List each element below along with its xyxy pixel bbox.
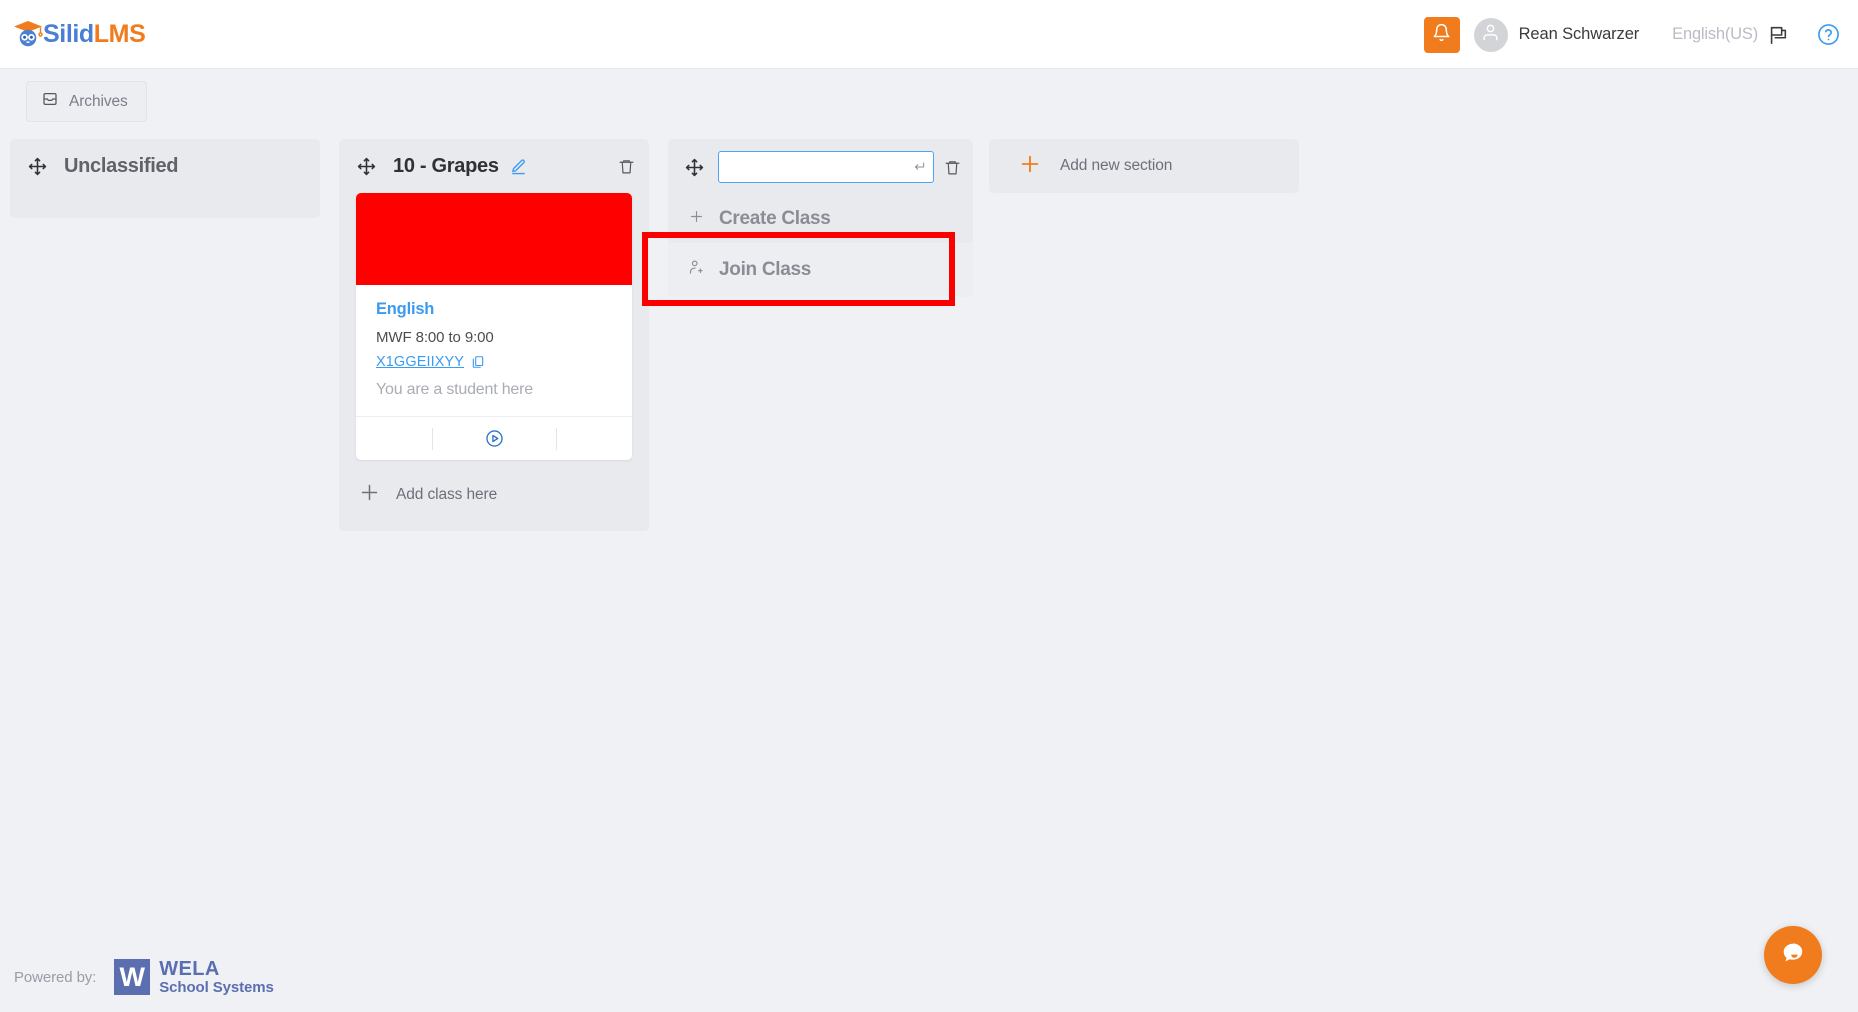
class-card-role: You are a student here bbox=[376, 381, 533, 398]
avatar[interactable] bbox=[1473, 17, 1508, 52]
section-column-unclassified: Unclassified bbox=[10, 139, 320, 218]
pencil-icon[interactable] bbox=[510, 158, 527, 175]
class-card[interactable]: English MWF 8:00 to 9:00 X1GGEIIXYY You … bbox=[356, 193, 632, 460]
chat-widget-button[interactable] bbox=[1764, 926, 1822, 984]
wela-mark-icon: W bbox=[114, 959, 151, 995]
section-panel-unclassified: Unclassified bbox=[10, 139, 320, 218]
plus-icon bbox=[1019, 153, 1041, 180]
create-class-label: Create Class bbox=[719, 208, 831, 229]
section-body-unclassified bbox=[10, 193, 320, 218]
sections-board: Unclassified 10 - Grapes English MWF 8:0… bbox=[0, 122, 1858, 531]
class-card-code[interactable]: X1GGEIIXYY bbox=[376, 354, 464, 370]
class-card-title[interactable]: English bbox=[376, 300, 612, 319]
plus-icon bbox=[359, 482, 380, 508]
section-title-unclassified: Unclassified bbox=[64, 154, 179, 177]
plus-icon bbox=[688, 208, 705, 230]
move-arrows-icon[interactable] bbox=[684, 157, 705, 178]
class-card-body: English MWF 8:00 to 9:00 X1GGEIIXYY You … bbox=[356, 285, 632, 416]
add-new-section-column: Add new section bbox=[989, 139, 1299, 193]
app-logo-text: SilidLMS bbox=[43, 19, 146, 49]
page-footer: Powered by: W WELA School Systems bbox=[0, 942, 1858, 1012]
archives-button[interactable]: Archives bbox=[26, 81, 147, 122]
wela-brand-line1: WELA bbox=[159, 957, 220, 980]
section-column-grapes: 10 - Grapes English MWF 8:00 to 9:00 X1G… bbox=[339, 139, 649, 531]
section-header-new bbox=[668, 139, 973, 195]
add-new-section-label: Add new section bbox=[1060, 157, 1173, 174]
divider bbox=[431, 427, 433, 450]
section-name-input-wrap bbox=[718, 151, 934, 183]
chat-bubble-icon bbox=[1778, 938, 1808, 973]
question-circle-icon[interactable] bbox=[1817, 23, 1840, 46]
class-card-footer bbox=[356, 416, 632, 460]
section-header-grapes: 10 - Grapes bbox=[339, 139, 649, 193]
notifications-button[interactable] bbox=[1423, 16, 1460, 53]
section-panel-grapes: 10 - Grapes English MWF 8:00 to 9:00 X1G… bbox=[339, 139, 649, 531]
class-card-code-row: X1GGEIIXYY bbox=[376, 354, 612, 370]
play-circle-icon[interactable] bbox=[485, 429, 504, 448]
section-panel-new: Create Class Join Class bbox=[668, 139, 973, 297]
top-navigation-bar: SilidLMS Rean Schwarzer English(US) bbox=[0, 0, 1858, 69]
add-new-section-button[interactable]: Add new section bbox=[989, 139, 1299, 193]
wela-brand-line2: School Systems bbox=[159, 978, 274, 996]
copy-icon[interactable] bbox=[471, 355, 485, 369]
section-cards-grapes: English MWF 8:00 to 9:00 X1GGEIIXYY You … bbox=[339, 193, 649, 460]
class-card-banner bbox=[356, 193, 632, 285]
flag-icon[interactable] bbox=[1767, 24, 1789, 46]
add-class-here-label: Add class here bbox=[396, 486, 498, 503]
create-class-menu-item[interactable]: Create Class bbox=[668, 195, 973, 243]
section-header-unclassified: Unclassified bbox=[10, 139, 320, 193]
user-name-label[interactable]: Rean Schwarzer bbox=[1519, 25, 1640, 44]
person-add-icon bbox=[688, 259, 705, 281]
add-class-here-button[interactable]: Add class here bbox=[339, 460, 649, 531]
delete-section-grapes-button[interactable] bbox=[618, 158, 635, 175]
class-card-schedule: MWF 8:00 to 9:00 bbox=[376, 329, 494, 346]
powered-by-label: Powered by: bbox=[14, 968, 97, 986]
wela-wordmark: WELA School Systems bbox=[159, 957, 274, 996]
language-selector[interactable]: English(US) bbox=[1672, 25, 1758, 44]
archives-toolbar: Archives bbox=[0, 69, 1858, 122]
archives-button-label: Archives bbox=[69, 92, 128, 110]
archive-box-icon bbox=[42, 91, 58, 112]
section-title-grapes: 10 - Grapes bbox=[393, 154, 499, 177]
move-arrows-icon[interactable] bbox=[27, 156, 48, 177]
section-name-input[interactable] bbox=[718, 151, 934, 183]
user-avatar-icon bbox=[1481, 23, 1500, 47]
divider bbox=[555, 427, 557, 450]
nav-right-group: Rean Schwarzer English(US) bbox=[1423, 0, 1840, 69]
delete-section-new-button[interactable] bbox=[944, 159, 961, 176]
join-class-label: Join Class bbox=[719, 259, 812, 280]
join-class-menu-item[interactable]: Join Class bbox=[668, 243, 973, 297]
logo-text-lms: LMS bbox=[93, 19, 146, 48]
move-arrows-icon[interactable] bbox=[356, 156, 377, 177]
logo-text-silid: Silid bbox=[43, 19, 94, 48]
wela-logo: W WELA School Systems bbox=[114, 957, 274, 996]
section-column-new: Create Class Join Class bbox=[668, 139, 973, 297]
bell-icon bbox=[1432, 23, 1451, 47]
graduation-owl-icon bbox=[11, 17, 45, 51]
app-logo[interactable]: SilidLMS bbox=[11, 17, 146, 51]
